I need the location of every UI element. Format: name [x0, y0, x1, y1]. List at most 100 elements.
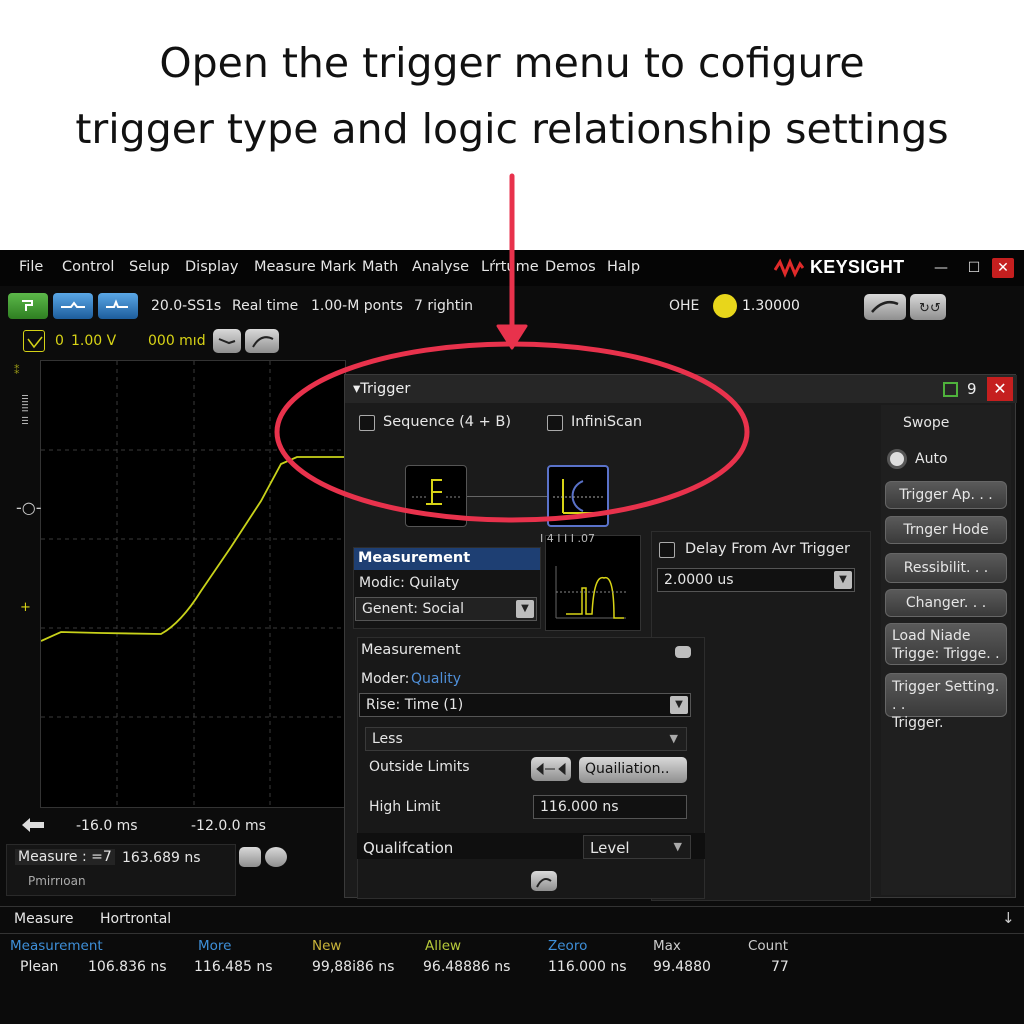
measure-sublabel: Pmirrıoan	[28, 874, 86, 888]
infiniscan-label: InfiniScan	[571, 414, 643, 430]
slope-button[interactable]	[864, 294, 906, 320]
delay-value: 2.0000 us	[664, 572, 734, 588]
moder-value[interactable]: Quality	[411, 671, 461, 687]
close-window-button[interactable]: ✕	[992, 258, 1014, 278]
row-value-4: 96.48886 ns	[423, 959, 511, 975]
menu-analyse[interactable]: Analyse	[412, 259, 469, 275]
trigger-dialog-titlebar[interactable]: ▾Trigger 9 ✕	[345, 375, 1017, 403]
trigger-source-icon[interactable]	[713, 294, 737, 318]
run-stop-button[interactable]	[8, 293, 48, 319]
single-button[interactable]	[53, 293, 93, 319]
qualification-button[interactable]: Quailiation..	[579, 757, 687, 783]
arrow-left-icon	[22, 818, 44, 832]
menu-control[interactable]: Control	[62, 259, 114, 275]
pulse-waveform-icon	[555, 566, 626, 619]
auto-radio[interactable]	[887, 449, 907, 469]
moder-label: Moder:	[361, 671, 410, 687]
load-mode-button[interactable]: Load Niade Trigge: Trigge. .	[885, 623, 1007, 665]
delay-dropdown[interactable]: 2.0000 us ▼	[657, 568, 855, 592]
menu-setup[interactable]: Selup	[129, 259, 170, 275]
high-limit-input[interactable]: 116.000 ns	[533, 795, 687, 819]
level-edit-button[interactable]	[531, 871, 557, 891]
chevron-down-icon: ▼	[670, 696, 688, 714]
sequence-checkbox[interactable]	[359, 415, 375, 431]
channel-slope-button[interactable]	[245, 329, 279, 353]
measurement-panel-header: Measurement	[354, 548, 540, 570]
sweep-label: Swope	[903, 415, 950, 431]
col-header-more: More	[198, 938, 232, 954]
sample-rate: 20.0-SS1s	[151, 298, 222, 314]
row-value-2: 116.485 ns	[194, 959, 273, 975]
chevron-down-icon: ▼	[669, 732, 678, 745]
menu-file[interactable]: File	[19, 259, 43, 275]
pulse-trigger-type[interactable]	[547, 465, 609, 527]
menu-help[interactable]: Halp	[607, 259, 640, 275]
tab-horizontal[interactable]: Hortrontal	[100, 911, 171, 927]
measure-info-button[interactable]	[265, 847, 287, 867]
menu-bar: File Control Selup Display Measure Mark …	[0, 250, 1024, 286]
close-dialog-button[interactable]: ✕	[987, 377, 1013, 401]
menu-display[interactable]: Display	[185, 259, 238, 275]
limits-swap-button[interactable]	[531, 757, 571, 781]
channel-arrow-button[interactable]	[213, 329, 241, 353]
minimize-button[interactable]: —	[930, 258, 952, 278]
menu-measure-mark[interactable]: Measure Mark	[254, 259, 356, 275]
rising-edge-icon	[871, 301, 899, 313]
curve-icon	[536, 878, 552, 888]
reference-marker[interactable]: -○-	[16, 498, 42, 517]
tab-measure[interactable]: Measure	[14, 911, 74, 927]
row-value-1: 106.836 ns	[88, 959, 167, 975]
infiniscan-checkbox[interactable]	[547, 415, 563, 431]
high-limit-label: High Limit	[369, 799, 441, 815]
changer-button[interactable]: Changer. . .	[885, 589, 1007, 617]
edge-trigger-type[interactable]	[405, 465, 467, 527]
responsibility-button[interactable]: Ressibilit. . .	[885, 553, 1007, 583]
channel-offset[interactable]: 000 mıd	[148, 333, 206, 349]
trigger-settings-button[interactable]: Trigger Setting. . . Trigger.	[885, 673, 1007, 731]
default-setup-button[interactable]	[98, 293, 138, 319]
dock-icon[interactable]	[943, 382, 958, 397]
maximize-button[interactable]: ☐	[963, 258, 985, 278]
trigger-dialog-title: ▾Trigger	[353, 381, 411, 397]
less-value: Less	[372, 731, 403, 747]
trigger-level-value[interactable]: 1.30000	[742, 298, 800, 314]
default-setup-icon	[106, 299, 128, 308]
trigger-level-marker[interactable]: +	[20, 600, 31, 615]
download-icon[interactable]: ↓	[1002, 909, 1015, 927]
rise-time-dropdown[interactable]: Rise: Time (1) ▼	[359, 693, 691, 717]
qualification-level-value: Level	[590, 839, 630, 857]
sequence-label: Sequence (4 + B)	[383, 414, 511, 430]
qualification-label: Qualifcation	[363, 839, 454, 857]
menu-utilities[interactable]: Lŕrtume	[481, 259, 539, 275]
col-header-allew: Allew	[425, 938, 462, 954]
trigger-mode-button[interactable]: Trnger Hode	[885, 516, 1007, 544]
menu-math[interactable]: Math	[362, 259, 398, 275]
row-value-3: 99,88i86 ns	[312, 959, 395, 975]
instruction-line-1: Open the trigger menu to cofigure	[159, 39, 865, 87]
svg-text:↻↺: ↻↺	[919, 301, 941, 316]
qualification-level-dropdown[interactable]: Level ▼	[583, 835, 691, 859]
panel-collapse-button[interactable]	[675, 646, 691, 658]
row-value-5: 116.000 ns	[548, 959, 627, 975]
modic-label: Modic: Quilaty	[359, 575, 460, 591]
trigger-apply-button[interactable]: Trigger Ap. . .	[885, 481, 1007, 509]
sweep-button[interactable]: ↻↺	[910, 294, 946, 320]
waveform-display[interactable]	[40, 360, 347, 809]
scroll-left-button[interactable]	[20, 815, 48, 835]
measure-nav-button[interactable]	[239, 847, 261, 867]
row-name: Plean	[20, 959, 59, 975]
instruction-line-2: trigger type and logic relationship sett…	[75, 105, 949, 153]
genent-dropdown[interactable]: Genent: Social ▼	[355, 597, 537, 621]
waveform-graticule	[40, 361, 347, 809]
run-icon	[22, 300, 33, 311]
delay-checkbox[interactable]	[659, 542, 675, 558]
oscilloscope-app: File Control Selup Display Measure Mark …	[0, 250, 1024, 1024]
measure-label[interactable]: Measure : =7	[15, 849, 115, 865]
channel-scale[interactable]: 1.00 V	[71, 333, 116, 349]
arrow-icon	[218, 338, 236, 345]
channel-1-toggle[interactable]	[23, 330, 45, 352]
less-dropdown[interactable]: Less ▼	[365, 727, 687, 751]
menu-demos[interactable]: Demos	[545, 259, 596, 275]
inner-measurement-title: Measurement	[361, 642, 461, 658]
outside-limits-label: Outside Limits	[369, 759, 470, 775]
